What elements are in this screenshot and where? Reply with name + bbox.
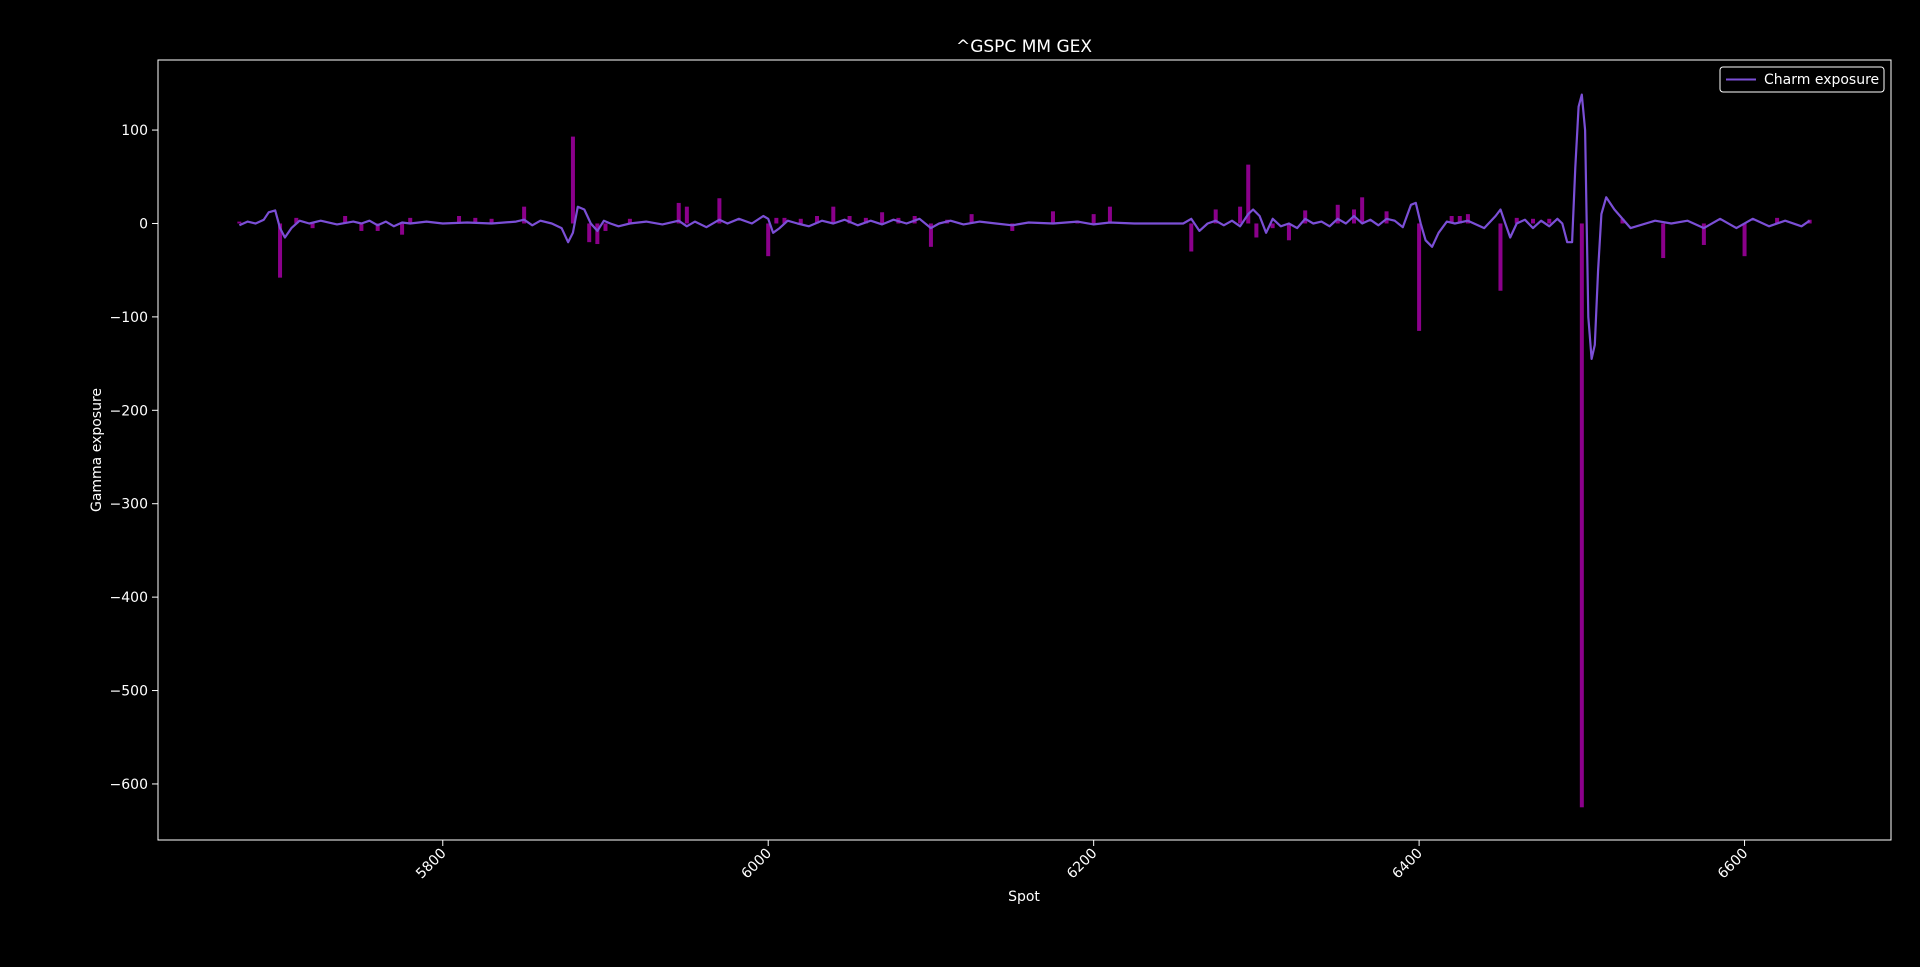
bar bbox=[570, 136, 575, 224]
bar bbox=[1742, 223, 1747, 257]
y-tick-label: −400 bbox=[110, 590, 148, 606]
bar bbox=[1384, 211, 1389, 224]
x-axis-label: Spot bbox=[1008, 889, 1040, 905]
bar bbox=[1254, 223, 1259, 238]
bar bbox=[237, 221, 242, 224]
bar bbox=[1286, 223, 1291, 241]
y-tick-label: −500 bbox=[110, 684, 148, 700]
bar bbox=[603, 223, 608, 231]
bar bbox=[1091, 214, 1096, 224]
y-tick-label: −300 bbox=[110, 497, 148, 513]
bar bbox=[684, 206, 689, 224]
legend: Charm exposure bbox=[1719, 66, 1885, 93]
bar bbox=[587, 223, 592, 243]
y-tick-label: −200 bbox=[110, 403, 148, 419]
y-tick-label: −100 bbox=[110, 310, 148, 326]
gex-chart: ^GSPC MM GEX 100 0 −100 −200 −300 −400 −500 −60… bbox=[0, 0, 1920, 967]
bar bbox=[1238, 206, 1243, 224]
bar bbox=[1050, 211, 1055, 224]
y-tick-label: 100 bbox=[121, 123, 148, 139]
bar bbox=[310, 223, 315, 229]
bar bbox=[880, 212, 885, 224]
bar bbox=[1531, 218, 1536, 224]
bar bbox=[766, 223, 771, 257]
chart-title: ^GSPC MM GEX bbox=[956, 37, 1092, 57]
bar bbox=[1360, 197, 1365, 224]
y-tick-label: 0 bbox=[139, 216, 148, 232]
bar bbox=[1107, 206, 1112, 224]
bar bbox=[1547, 218, 1552, 224]
figure-background bbox=[0, 0, 1920, 967]
bar bbox=[1189, 223, 1194, 252]
y-tick-label: −600 bbox=[110, 777, 148, 793]
bar bbox=[1661, 223, 1666, 259]
legend-label: Charm exposure bbox=[1764, 72, 1879, 88]
bar bbox=[798, 218, 803, 224]
bar bbox=[774, 217, 779, 224]
bar bbox=[595, 223, 600, 245]
bar bbox=[831, 206, 836, 224]
bar bbox=[1579, 223, 1584, 808]
y-axis-label: Gamma exposure bbox=[89, 388, 105, 512]
bar bbox=[400, 223, 405, 235]
bar bbox=[1417, 223, 1422, 331]
bar bbox=[1498, 223, 1503, 291]
